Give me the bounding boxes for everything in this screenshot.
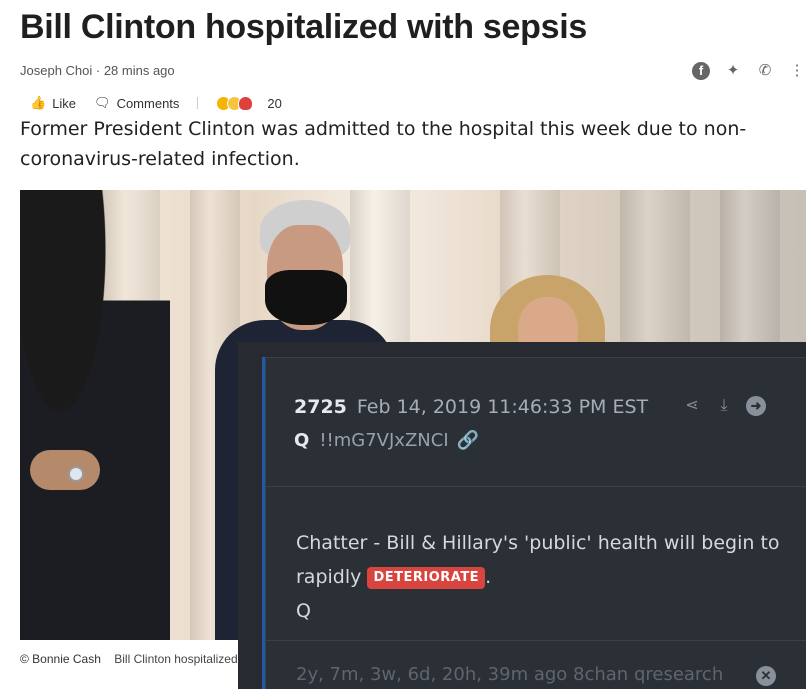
reaction-count: 20 [267, 95, 282, 111]
whatsapp-icon[interactable]: ✆ [756, 62, 774, 80]
woman-figure [20, 190, 170, 640]
caption-text: Bill Clinton hospitalized [114, 652, 238, 666]
post-header: 2725 Feb 14, 2019 11:46:33 PM EST [294, 396, 648, 418]
comments-button[interactable]: 🗨 Comments [94, 95, 179, 111]
author-name: Q [294, 430, 310, 451]
watch-icon [68, 466, 84, 482]
facebook-icon[interactable]: f [692, 62, 710, 80]
share-bar: f ✦ ✆ ⋮ [692, 62, 806, 80]
link-icon[interactable]: 🔗 [457, 430, 479, 451]
post-date: Feb 14, 2019 11:46:33 PM EST [356, 396, 649, 418]
divider [266, 486, 806, 487]
tripcode: !!mG7VJxZNCI [319, 430, 449, 451]
post-author: Q !!mG7VJxZNCI 🔗 [294, 430, 479, 451]
divider [197, 97, 199, 109]
photo-caption: © Bonnie Cash Bill Clinton hospitalized [20, 652, 242, 666]
face-mask [265, 270, 347, 325]
post-footer: 2y, 7m, 3w, 6d, 20h, 39m ago 8chan qrese… [296, 664, 724, 685]
q-post: 2725 Feb 14, 2019 11:46:33 PM EST ⋖ ⤓ ➜ Q… [265, 357, 806, 689]
download-icon[interactable]: ⤓ [714, 396, 734, 416]
close-icon[interactable]: ✕ [756, 666, 776, 686]
twitter-icon[interactable]: ✦ [724, 62, 742, 80]
like-button[interactable]: 👍 Like [30, 95, 76, 111]
body-suffix: . [485, 566, 492, 588]
reactions[interactable] [216, 95, 254, 111]
post-body: Chatter - Bill & Hillary's 'public' heal… [296, 526, 796, 628]
comment-icon: 🗨 [94, 95, 111, 110]
photo-credit: © Bonnie Cash [20, 652, 101, 666]
divider [266, 640, 806, 641]
heart-reaction-icon [238, 95, 254, 111]
thumbs-up-icon: 👍 [30, 95, 47, 110]
more-icon[interactable]: ⋮ [788, 62, 806, 80]
deteriorate-badge: DETERIORATE [367, 567, 486, 589]
post-signature: Q [296, 600, 311, 622]
byline: Joseph Choi · 28 mins ago [20, 63, 175, 78]
headline: Bill Clinton hospitalized with sepsis [20, 8, 587, 46]
like-label: Like [52, 95, 77, 111]
article-lede: Former President Clinton was admitted to… [20, 118, 747, 170]
arrow-right-icon[interactable]: ➜ [746, 396, 766, 416]
comments-label: Comments [116, 95, 180, 111]
post-number: 2725 [294, 396, 347, 418]
q-post-card: 2725 Feb 14, 2019 11:46:33 PM EST ⋖ ⤓ ➜ Q… [238, 342, 806, 689]
action-bar: 👍 Like 🗨 Comments 20 [30, 95, 282, 111]
share-icon[interactable]: ⋖ [682, 396, 702, 416]
post-tools: ⋖ ⤓ ➜ [682, 396, 766, 416]
